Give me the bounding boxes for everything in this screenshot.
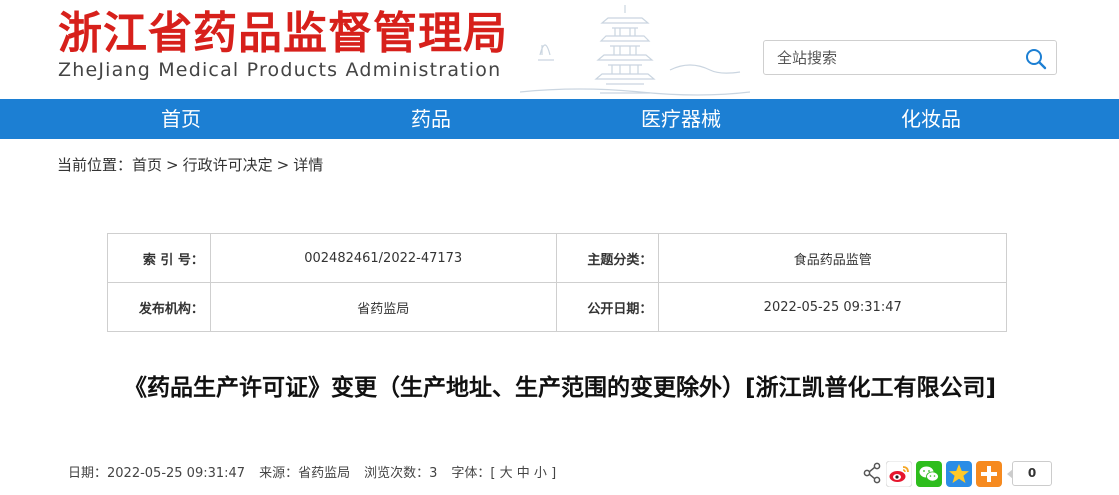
search-input[interactable] [765,42,1020,73]
search-icon[interactable] [1024,47,1048,71]
wechat-icon[interactable] [916,461,942,487]
pagoda-watermark-icon [520,5,750,96]
breadcrumb-separator: > [276,156,290,174]
site-subtitle: ZheJiang Medical Products Administration [58,59,502,81]
font-size-label: 字体：[ [451,466,496,481]
more-icon[interactable] [976,461,1002,487]
breadcrumb-admin-license[interactable]: 行政许可决定 [183,155,273,175]
font-size-large-button[interactable]: 大 [500,465,513,483]
search-box [763,40,1057,75]
font-size-close: ] [551,466,557,481]
info-table: 索 引 号： 002482461/2022-47173 主题分类： 食品药品监管… [107,233,1007,332]
index-label: 索 引 号： [107,233,211,283]
breadcrumb-home[interactable]: 首页 [132,155,162,175]
index-value: 002482461/2022-47173 [209,233,557,283]
topic-value: 食品药品监管 [658,233,1007,283]
publish-date-value: 2022-05-25 09:31:47 [658,282,1007,332]
meta-views: 浏览次数：3 [364,466,438,481]
breadcrumb: 当前位置：首页 > 行政许可决定 > 详情 [57,155,323,175]
breadcrumb-prefix: 当前位置： [57,156,133,174]
table-row: 发布机构： 省药监局 公开日期： 2022-05-25 09:31:47 [107,282,1007,332]
main-nav: 首页 药品 医疗器械 化妆品 [0,99,1119,139]
meta-date: 日期：2022-05-25 09:31:47 [68,466,246,481]
font-size-small-button[interactable]: 小 [534,465,547,483]
site-header: 浙江省药品监督管理局 ZheJiang Medical Products Adm… [0,0,1119,99]
breadcrumb-detail: 详情 [293,156,324,174]
site-title[interactable]: 浙江省药品监督管理局 [58,8,508,60]
breadcrumb-separator: > [166,156,179,174]
font-size-medium-button[interactable]: 中 [517,465,530,483]
nav-item-drugs[interactable]: 药品 [361,99,501,139]
topic-label: 主题分类： [555,233,660,283]
qzone-icon[interactable] [946,461,972,487]
publish-date-label: 公开日期： [555,282,660,332]
nav-item-medical-devices[interactable]: 医疗器械 [611,99,751,139]
nav-item-cosmetics[interactable]: 化妆品 [861,99,1001,139]
meta-source: 来源：省药监局 [259,466,351,481]
nav-item-home[interactable]: 首页 [111,99,251,139]
share-icon[interactable] [862,462,882,484]
table-row: 索 引 号： 002482461/2022-47173 主题分类： 食品药品监管 [107,233,1007,283]
publisher-value: 省药监局 [209,282,557,332]
share-count-badge: 0 [1007,461,1052,486]
article-title: 《药品生产许可证》变更（生产地址、生产范围的变更除外）[浙江凯普化工有限公司] [123,375,997,401]
weibo-icon[interactable] [886,461,912,487]
article-meta: 日期：2022-05-25 09:31:47 来源：省药监局 浏览次数：3 字体：[ … [68,465,556,483]
publisher-label: 发布机构： [107,282,211,332]
